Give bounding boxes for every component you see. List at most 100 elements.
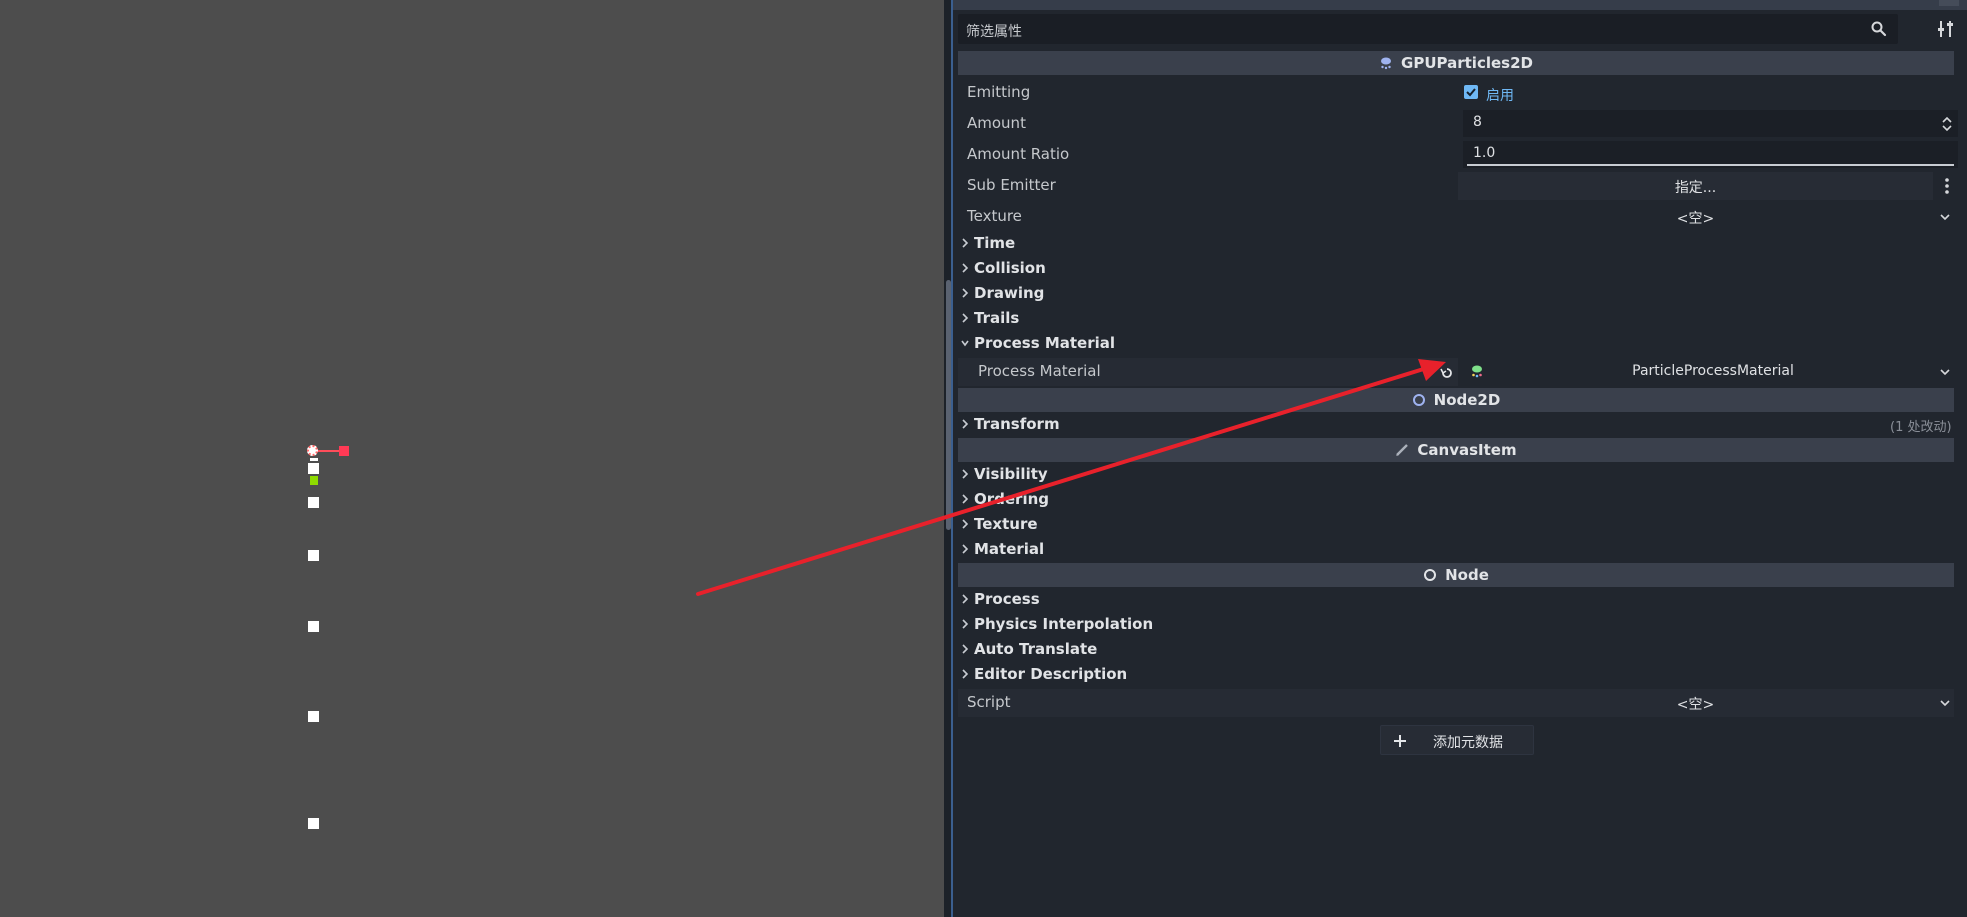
add-metadata-label: 添加元数据 <box>1433 735 1503 751</box>
group-material[interactable]: Material <box>961 540 1044 558</box>
group-physics-interpolation[interactable]: Physics Interpolation <box>961 615 1153 633</box>
search-icon[interactable] <box>1870 20 1888 38</box>
panel-splitter[interactable] <box>944 0 953 917</box>
group-label: Physics Interpolation <box>974 615 1154 633</box>
section-title: GPUParticles2D <box>1401 54 1533 72</box>
section-node[interactable]: Node <box>958 563 1954 587</box>
group-label: Drawing <box>974 284 1045 302</box>
chevron-right-icon <box>962 644 969 654</box>
chevron-down-icon <box>961 340 969 347</box>
node2d-icon <box>1412 394 1425 406</box>
chevron-right-icon <box>962 619 969 629</box>
particle <box>308 711 319 722</box>
group-visibility[interactable]: Visibility <box>961 465 1048 483</box>
group-label: Texture <box>974 515 1038 533</box>
emitting-checkbox[interactable] <box>1464 85 1478 99</box>
group-process[interactable]: Process <box>961 590 1040 608</box>
group-collision[interactable]: Collision <box>961 259 1046 277</box>
group-drawing[interactable]: Drawing <box>961 284 1044 302</box>
chevron-right-icon <box>962 313 969 323</box>
sub-emitter-label: Sub Emitter <box>967 176 1056 194</box>
emitting-value[interactable]: 启用 <box>1486 85 1514 105</box>
group-label: Trails <box>974 309 1020 327</box>
property-options-icon[interactable] <box>1933 16 1959 42</box>
viewport-2d[interactable] <box>0 0 944 917</box>
particle <box>308 497 319 508</box>
group-transform[interactable]: Transform <box>961 415 1060 433</box>
inspector-panel: 筛选属性 GPUParticles2D Emitting 启用 Amount 8 <box>953 0 1967 917</box>
chevron-down-icon[interactable] <box>1940 699 1950 707</box>
chevron-down-icon[interactable] <box>1940 213 1950 221</box>
section-gpuparticles2d[interactable]: GPUParticles2D <box>958 51 1954 75</box>
chevron-right-icon <box>962 469 969 479</box>
chevron-right-icon <box>962 544 969 554</box>
chevron-right-icon <box>962 263 969 273</box>
group-ordering[interactable]: Ordering <box>961 490 1049 508</box>
process-material-value: ParticleProcessMaterial <box>1632 363 1794 379</box>
y-axis-gizmo[interactable] <box>310 458 318 461</box>
process-material-label: Process Material <box>978 362 1101 380</box>
chevron-right-icon <box>962 594 969 604</box>
section-title: CanvasItem <box>1417 441 1517 459</box>
node-origin-marker[interactable] <box>307 445 318 456</box>
pencil-icon <box>1396 444 1409 456</box>
x-axis-gizmo[interactable] <box>318 450 340 452</box>
group-auto-translate[interactable]: Auto Translate <box>961 640 1097 658</box>
group-texture[interactable]: Texture <box>961 515 1038 533</box>
x-axis-handle[interactable] <box>339 446 349 456</box>
texture-resource-picker[interactable]: <空> <box>1458 203 1958 231</box>
inspector-top-strip <box>953 0 1967 10</box>
y-axis-handle[interactable] <box>310 476 318 485</box>
sub-emitter-value: 指定... <box>1674 180 1717 196</box>
revert-icon[interactable] <box>1440 366 1454 380</box>
group-label: Ordering <box>974 490 1050 508</box>
filter-placeholder: 筛选属性 <box>966 24 1022 40</box>
section-title: Node2D <box>1433 391 1501 409</box>
group-process-material[interactable]: Process Material <box>961 334 1115 352</box>
transform-changes-badge: (1 处改动) <box>1890 420 1952 435</box>
particle <box>308 550 319 561</box>
particle <box>308 463 319 474</box>
amount-ratio-slider[interactable]: 1.0 <box>1463 141 1958 168</box>
section-node2d[interactable]: Node2D <box>958 388 1954 412</box>
group-label: Process <box>974 590 1040 608</box>
particle-process-material-icon <box>1472 365 1482 378</box>
slider-track[interactable] <box>1467 164 1954 166</box>
add-metadata-button[interactable]: 添加元数据 <box>1380 725 1534 755</box>
chevron-down-icon[interactable] <box>1940 368 1950 376</box>
plus-icon <box>1394 735 1406 747</box>
group-label: Editor Description <box>974 665 1128 683</box>
amount-label: Amount <box>967 114 1026 132</box>
group-trails[interactable]: Trails <box>961 309 1019 327</box>
section-title: Node <box>1445 566 1489 584</box>
emitting-label: Emitting <box>967 83 1031 101</box>
script-value: <空> <box>1676 697 1715 713</box>
amount-ratio-label: Amount Ratio <box>967 145 1070 163</box>
gpu-particles-icon <box>1381 57 1392 70</box>
group-time[interactable]: Time <box>961 234 1015 252</box>
chevron-right-icon <box>962 238 969 248</box>
texture-value: <空> <box>1676 211 1715 227</box>
group-label: Auto Translate <box>974 640 1098 658</box>
group-label: Process Material <box>974 334 1116 352</box>
sub-emitter-assign-button[interactable]: 指定... <box>1458 172 1933 200</box>
node-icon <box>1424 569 1437 581</box>
script-resource-picker[interactable]: <空> <box>1458 689 1958 717</box>
group-label: Collision <box>974 259 1046 277</box>
chevron-right-icon <box>962 494 969 504</box>
group-label: Transform <box>974 415 1060 433</box>
group-label: Visibility <box>974 465 1048 483</box>
particle <box>308 621 319 632</box>
process-material-resource-picker[interactable]: ParticleProcessMaterial <box>1458 358 1958 386</box>
section-canvasitem[interactable]: CanvasItem <box>958 438 1954 462</box>
group-editor-description[interactable]: Editor Description <box>961 665 1127 683</box>
particle <box>308 818 319 829</box>
group-label: Time <box>974 234 1016 252</box>
group-label: Material <box>974 540 1045 558</box>
chevron-right-icon <box>962 288 969 298</box>
filter-properties-input[interactable]: 筛选属性 <box>958 14 1898 44</box>
kebab-menu-icon[interactable] <box>1941 176 1953 196</box>
chevron-right-icon <box>962 669 969 679</box>
spin-updown-icon[interactable] <box>1942 116 1952 132</box>
amount-spinbox[interactable]: 8 <box>1463 110 1958 137</box>
